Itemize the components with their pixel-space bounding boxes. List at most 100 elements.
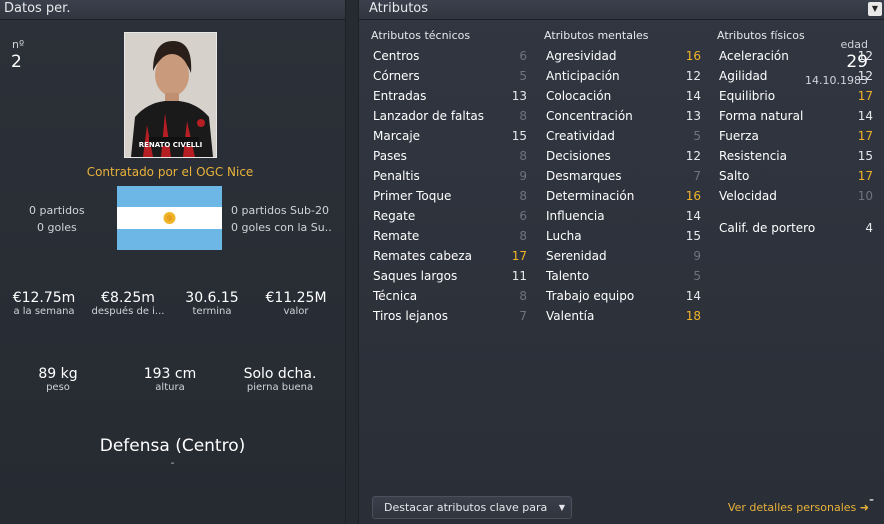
mental-attribute-row[interactable]: Decisiones 12 (546, 146, 701, 166)
attribute-name: Decisiones (546, 149, 611, 163)
panel-menu-button[interactable]: ▼ (868, 2, 882, 16)
technical-attribute-row[interactable]: Primer Toque 8 (373, 186, 527, 206)
attribute-value: 18 (685, 309, 701, 323)
attribute-name: Fuerza (719, 129, 759, 143)
mental-attributes-header: Atributos mentales (544, 29, 649, 42)
personal-data-header: Datos per. (0, 0, 345, 20)
attribute-value: 14 (685, 289, 701, 303)
attribute-name: Remates cabeza (373, 249, 472, 263)
physical-attribute-row[interactable]: Equilibrio 17 (719, 86, 873, 106)
net-wage-value: €8.25m (101, 290, 155, 306)
physical-attribute-row[interactable]: Fuerza 17 (719, 126, 873, 146)
technical-attribute-row[interactable]: Técnica 8 (373, 286, 527, 306)
attribute-value: 14 (685, 209, 701, 223)
height-value: 193 cm (143, 366, 197, 382)
mental-attribute-row[interactable]: Serenidad 9 (546, 246, 701, 266)
technical-attribute-row[interactable]: Penaltis 9 (373, 166, 527, 186)
net-wage-label: después de i... (91, 306, 165, 317)
mental-attribute-row[interactable]: Creatividad 5 (546, 126, 701, 146)
player-profile-screen: Datos per. Atributos ▼ nº 2 RENATO CIVEL… (0, 0, 884, 524)
attribute-value: 17 (511, 249, 527, 263)
attribute-value: 13 (685, 109, 701, 123)
preferred-foot-label: pierna buena (246, 382, 314, 393)
technical-attribute-row[interactable]: Saques largos 11 (373, 266, 527, 286)
net-wage-stat: €8.25m después de i... (88, 290, 168, 317)
technical-attribute-row[interactable]: Remate 8 (373, 226, 527, 246)
market-value-label: valor (283, 306, 309, 317)
argentina-flag-icon[interactable] (117, 186, 222, 250)
mental-attribute-row[interactable]: Influencia 14 (546, 206, 701, 226)
technical-attribute-row[interactable]: Córners 5 (373, 66, 527, 86)
attribute-name: Desmarques (546, 169, 622, 183)
contract-club-link[interactable]: Contratado por el OGC Nice (0, 165, 340, 179)
attribute-name: Córners (373, 69, 420, 83)
personal-details-link[interactable]: Ver detalles personales ➜ (728, 501, 869, 514)
panel-divider[interactable] (345, 0, 359, 524)
attribute-value: 10 (857, 189, 873, 203)
club-appearances: 0 partidos (29, 204, 85, 217)
attribute-value: 16 (685, 189, 701, 203)
mental-attribute-row[interactable]: Valentía 18 (546, 306, 701, 326)
market-value-stat: €11.25M valor (256, 290, 336, 317)
attribute-name: Forma natural (719, 109, 804, 123)
mental-attribute-row[interactable]: Colocación 14 (546, 86, 701, 106)
attribute-name: Agresividad (546, 49, 617, 63)
mental-attribute-row[interactable]: Determinación 16 (546, 186, 701, 206)
attribute-name: Colocación (546, 89, 612, 103)
physical-attributes-list: Aceleración 12 Agilidad 12 Equilibrio 17 Forma… (719, 46, 873, 206)
attribute-name: Serenidad (546, 249, 607, 263)
attribute-value: 5 (693, 269, 701, 283)
physical-attribute-row[interactable]: Velocidad 10 (719, 186, 873, 206)
mental-attribute-row[interactable]: Anticipación 12 (546, 66, 701, 86)
technical-attribute-row[interactable]: Remates cabeza 17 (373, 246, 527, 266)
attribute-name: Lanzador de faltas (373, 109, 485, 123)
goalkeeper-rating-value: 4 (865, 221, 873, 235)
technical-attribute-row[interactable]: Pases 8 (373, 146, 527, 166)
contract-expiry-label: termina (192, 306, 232, 317)
attribute-value: 8 (519, 289, 527, 303)
attribute-name: Talento (546, 269, 590, 283)
attribute-name: Creatividad (546, 129, 615, 143)
attribute-value: 15 (511, 129, 527, 143)
physical-attribute-row[interactable]: Salto 17 (719, 166, 873, 186)
attribute-name: Influencia (546, 209, 605, 223)
shirt-number-label: nº (12, 38, 25, 51)
player-photo: RENATO CIVELLI (124, 32, 217, 158)
attribute-name: Salto (719, 169, 750, 183)
attribute-name: Técnica (373, 289, 418, 303)
attribute-value: 14 (857, 109, 873, 123)
attribute-value: 16 (685, 49, 701, 63)
position-sub: - (170, 458, 175, 469)
attribute-value: 9 (693, 249, 701, 263)
mental-attribute-row[interactable]: Agresividad 16 (546, 46, 701, 66)
mental-attribute-row[interactable]: Desmarques 7 (546, 166, 701, 186)
physical-attribute-row[interactable]: Forma natural 14 (719, 106, 873, 126)
attribute-value: 8 (519, 189, 527, 203)
technical-attribute-row[interactable]: Entradas 13 (373, 86, 527, 106)
wage-value: €12.75m (12, 290, 76, 306)
technical-attribute-row[interactable]: Tiros lejanos 7 (373, 306, 527, 326)
technical-attribute-row[interactable]: Marcaje 15 (373, 126, 527, 146)
chevron-down-icon: ▼ (558, 503, 565, 512)
physical-attribute-row[interactable]: Resistencia 15 (719, 146, 873, 166)
attribute-value: 13 (511, 89, 527, 103)
physical-attribute-row[interactable]: Aceleración 12 (719, 46, 873, 66)
highlight-key-attributes-dropdown[interactable]: Destacar atributos clave para el... ▼ (372, 496, 572, 524)
attribute-value: 5 (693, 129, 701, 143)
attributes-title: Atributos (369, 1, 429, 16)
technical-attribute-row[interactable]: Regate 6 (373, 206, 527, 226)
technical-attribute-row[interactable]: Centros 6 (373, 46, 527, 66)
mental-attribute-row[interactable]: Talento 5 (546, 266, 701, 286)
minus-button[interactable]: - (869, 492, 874, 508)
attribute-name: Pases (373, 149, 407, 163)
attribute-value: 12 (857, 49, 873, 63)
technical-attribute-row[interactable]: Lanzador de faltas 8 (373, 106, 527, 126)
attribute-value: 7 (519, 309, 527, 323)
physical-attribute-row[interactable]: Agilidad 12 (719, 66, 873, 86)
mental-attribute-row[interactable]: Concentración 13 (546, 106, 701, 126)
mental-attribute-row[interactable]: Lucha 15 (546, 226, 701, 246)
goalkeeper-rating-label: Calif. de portero (719, 221, 816, 235)
mental-attribute-row[interactable]: Trabajo equipo 14 (546, 286, 701, 306)
technical-attributes-list: Centros 6 Córners 5 Entradas 13 Lanzador de fa… (373, 46, 527, 326)
attribute-value: 15 (857, 149, 873, 163)
